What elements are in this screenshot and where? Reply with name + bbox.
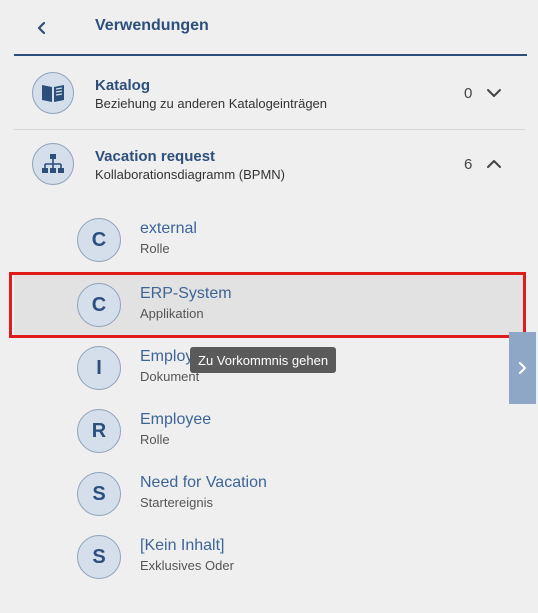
tooltip: Zu Vorkommnis gehen <box>190 347 337 373</box>
list-item[interactable]: C external Rolle <box>14 210 525 270</box>
item-name[interactable]: [Kein Inhalt] <box>140 537 225 555</box>
header-divider <box>14 54 527 56</box>
page-title: Verwendungen <box>95 17 209 34</box>
group-subtitle: Kollaborationsdiagramm (BPMN) <box>95 167 286 182</box>
side-panel-toggle[interactable] <box>509 332 536 404</box>
org-chart-icon <box>32 143 74 185</box>
chevron-left-icon <box>37 21 46 35</box>
group-count: 6 <box>464 156 473 173</box>
group-title: Katalog <box>95 77 151 94</box>
group-vacation-request[interactable]: Vacation request Kollaborationsdiagramm … <box>14 131 525 201</box>
item-name[interactable]: external <box>140 220 197 238</box>
item-name[interactable]: Employee <box>140 411 211 429</box>
panel-header: Verwendungen <box>0 0 538 56</box>
avatar: C <box>77 218 121 262</box>
item-type: Startereignis <box>140 495 213 510</box>
item-type: Exklusives Oder <box>140 558 234 573</box>
item-name[interactable]: ERP-System <box>140 285 232 303</box>
group-divider <box>14 129 525 130</box>
item-type: Applikation <box>140 306 204 321</box>
open-book-icon <box>32 72 74 114</box>
group-count: 0 <box>464 85 473 102</box>
list-item[interactable]: S Need for Vacation Startereignis <box>14 464 525 524</box>
avatar: S <box>77 535 121 579</box>
avatar: S <box>77 472 121 516</box>
chevron-up-icon[interactable] <box>485 155 503 173</box>
item-name[interactable]: Employ <box>140 348 193 366</box>
chevron-right-icon <box>518 361 526 375</box>
chevron-down-icon[interactable] <box>485 84 503 102</box>
avatar: R <box>77 409 121 453</box>
group-title: Vacation request <box>95 148 216 165</box>
item-type: Rolle <box>140 241 170 256</box>
avatar: I <box>77 346 121 390</box>
item-type: Rolle <box>140 432 170 447</box>
list-item[interactable]: C ERP-System Applikation <box>14 275 525 335</box>
avatar: C <box>77 283 121 327</box>
group-subtitle: Beziehung zu anderen Katalogeinträgen <box>95 96 328 111</box>
list-item[interactable]: S [Kein Inhalt] Exklusives Oder <box>14 527 525 587</box>
back-button[interactable] <box>28 14 56 42</box>
list-item[interactable]: R Employee Rolle <box>14 401 525 461</box>
item-name[interactable]: Need for Vacation <box>140 474 267 492</box>
group-catalog[interactable]: Katalog Beziehung zu anderen Katalogeint… <box>14 60 525 130</box>
